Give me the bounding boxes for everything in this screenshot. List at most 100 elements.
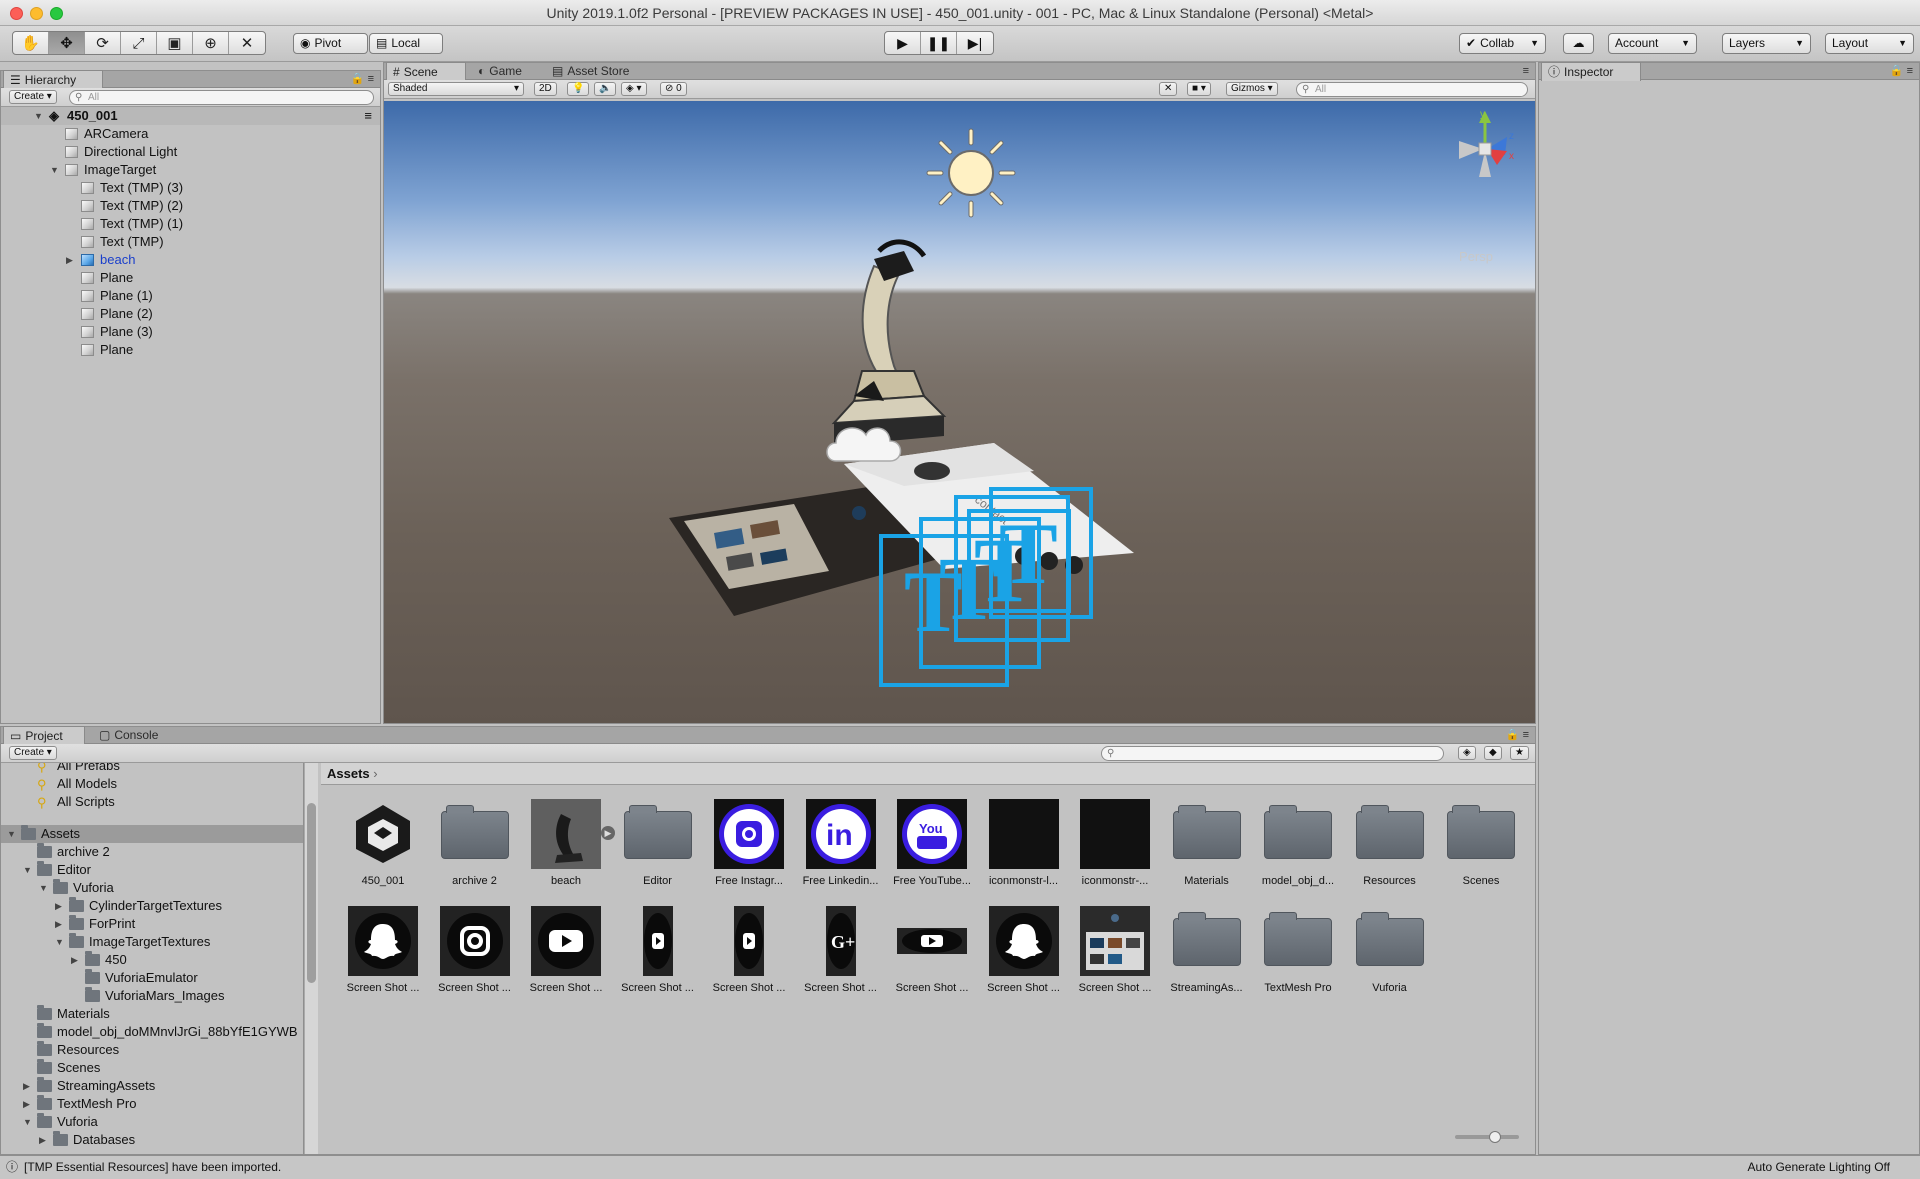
panel-menu-icon[interactable]: ≡ (1523, 63, 1529, 80)
tree-item[interactable]: model_obj_doMMnvlJrGi_88bYfE1GYWB (1, 1023, 298, 1041)
tree-item[interactable]: ▶ CylinderTargetTextures (1, 897, 291, 915)
expand-arrow-icon[interactable]: ▼ (50, 161, 60, 179)
rect-tool-icon[interactable]: ▣ (157, 32, 193, 54)
favorite-button[interactable]: ★ (1510, 746, 1529, 760)
hierarchy-item[interactable]: ARCamera (1, 125, 380, 143)
asset-tile[interactable]: ▶ beach (518, 799, 615, 897)
expand-arrow-icon[interactable]: ▶ (23, 1077, 33, 1095)
asset-tile[interactable]: iconmonstr-l... (976, 799, 1064, 897)
tree-item[interactable]: ⚲ All Prefabs (1, 763, 291, 775)
asset-tile[interactable]: in Free Linkedin... (793, 799, 881, 897)
asset-tile[interactable]: Resources (1342, 799, 1430, 897)
panel-menu-icon[interactable]: 🔒 ≡ (1890, 63, 1913, 80)
expand-arrow-icon[interactable]: ▶ (55, 897, 65, 915)
maximize-window-button[interactable] (50, 7, 63, 20)
pivot-toggle[interactable]: ◉ Pivot (293, 33, 368, 54)
scene-viewport[interactable]: contact T T T T y z x Persp (384, 101, 1535, 723)
thumbnail-size-slider[interactable] (1455, 1131, 1519, 1143)
tree-item[interactable]: ▼ Vuforia (1, 879, 291, 897)
rotate-tool-icon[interactable]: ⟳ (85, 32, 121, 54)
hierarchy-item[interactable]: Plane (1, 341, 380, 359)
scene-root-row[interactable]: ▼ ◈ 450_001 ≡ (1, 107, 380, 125)
cloud-button[interactable]: ☁ (1563, 33, 1594, 54)
hierarchy-item[interactable]: Text (TMP) (1, 233, 380, 251)
expand-arrow-icon[interactable]: ▶ (66, 251, 76, 269)
tree-item-assets[interactable]: ▼ Assets (1, 825, 303, 843)
tree-item[interactable]: VuforiaEmulator (1, 969, 291, 987)
tree-item[interactable]: ▼ ImageTargetTextures (1, 933, 291, 951)
expand-arrow-icon[interactable]: ▶ (39, 1131, 49, 1149)
orientation-gizmo[interactable]: y z x (1445, 107, 1525, 197)
scale-tool-icon[interactable]: ⤢ (121, 32, 157, 54)
2d-toggle[interactable]: 2D (534, 82, 557, 96)
tree-item[interactable]: Scenes (1, 1059, 291, 1077)
tree-item[interactable]: ▶ 450 (1, 951, 291, 969)
create-dropdown[interactable]: Create ▾ (9, 746, 57, 760)
hierarchy-item[interactable]: Text (TMP) (3) (1, 179, 380, 197)
tab-project[interactable]: ▭ Project (3, 726, 85, 745)
tree-item[interactable]: Materials (1, 1005, 291, 1023)
expand-arrow-icon[interactable]: ▼ (7, 825, 17, 843)
play-icon[interactable]: ▶ (885, 32, 921, 54)
layers-dropdown[interactable]: Layers ▼ (1722, 33, 1811, 54)
tree-item[interactable]: ▼ Vuforia (1, 1113, 291, 1131)
hierarchy-item[interactable]: ▶ beach (1, 251, 380, 269)
tree-item[interactable]: ▶ StreamingAssets (1, 1077, 291, 1095)
asset-tile[interactable]: iconmonstr-... (1067, 799, 1155, 897)
audio-toggle[interactable]: 🔈 (594, 82, 617, 96)
asset-tile[interactable]: Screen Shot ... (610, 906, 698, 1004)
local-toggle[interactable]: ▤ Local (369, 33, 443, 54)
custom-tool-icon[interactable]: ✕ (229, 32, 265, 54)
expand-arrow-icon[interactable]: ▶ (71, 951, 81, 969)
effects-dropdown[interactable]: ◈ ▾ (621, 82, 647, 96)
close-window-button[interactable] (10, 7, 23, 20)
collab-dropdown[interactable]: ✔ Collab ▼ (1459, 33, 1546, 54)
shading-mode-dropdown[interactable]: Shaded ▾ (388, 82, 524, 96)
tree-item[interactable]: ▶ Databases (1, 1131, 291, 1149)
asset-tile[interactable]: Screen Shot ... (884, 906, 972, 1004)
camera-dropdown[interactable]: ■ ▾ (1187, 82, 1211, 96)
tree-item[interactable]: archive 2 (1, 843, 291, 861)
asset-tile[interactable]: Screen Shot ... (1067, 906, 1155, 1004)
asset-tile[interactable]: TextMesh Pro (1250, 906, 1338, 1004)
slider-handle[interactable] (1489, 1131, 1501, 1143)
scene-search-input[interactable]: ⚲ All (1296, 82, 1528, 97)
asset-tile[interactable]: Screen Shot ... (427, 906, 515, 1004)
tab-asset-store[interactable]: ▤ Asset Store (546, 63, 637, 80)
asset-tile[interactable]: G+ Screen Shot ... (793, 906, 881, 1004)
filter-by-label-button[interactable]: ◆ (1484, 746, 1502, 760)
tree-item[interactable]: ▶ ForPrint (1, 915, 291, 933)
asset-tile[interactable]: You Free YouTube... (884, 799, 972, 897)
breadcrumb-assets[interactable]: Assets (327, 766, 370, 781)
asset-tile[interactable]: Screen Shot ... (701, 906, 789, 1004)
tree-item[interactable]: ⚲ All Scripts (1, 793, 291, 811)
tree-item[interactable]: ▶ TextMesh Pro (1, 1095, 291, 1113)
expand-arrow-icon[interactable]: ▶ (55, 915, 65, 933)
hierarchy-search-input[interactable]: ⚲ All (69, 90, 374, 105)
hierarchy-item[interactable]: Plane (3) (1, 323, 380, 341)
asset-tile[interactable]: Vuforia (1342, 906, 1430, 1004)
tree-item[interactable]: VuforiaMars_Images (1, 987, 291, 1005)
hidden-objects-toggle[interactable]: ⊘ 0 (660, 82, 687, 96)
expand-arrow-icon[interactable]: ▼ (23, 861, 33, 879)
hierarchy-item[interactable]: Text (TMP) (2) (1, 197, 380, 215)
scene-menu-icon[interactable]: ≡ (364, 107, 372, 125)
expand-arrow-icon[interactable]: ▼ (34, 107, 44, 125)
minimize-window-button[interactable] (30, 7, 43, 20)
asset-tile[interactable]: Screen Shot ... (518, 906, 606, 1004)
create-dropdown[interactable]: Create ▾ (9, 90, 57, 104)
panel-menu-icon[interactable]: 🔒 ≡ (351, 71, 374, 88)
tree-scrollbar[interactable] (304, 763, 318, 1154)
hierarchy-item[interactable]: Plane (2) (1, 305, 380, 323)
tools-toggle[interactable]: ✕ (1159, 82, 1178, 96)
step-icon[interactable]: ▶| (957, 32, 993, 54)
account-dropdown[interactable]: Account ▼ (1608, 33, 1697, 54)
tab-inspector[interactable]: ⓘ Inspector (1541, 62, 1641, 81)
asset-tile[interactable]: Free Instagr... (701, 799, 789, 897)
asset-tile[interactable]: model_obj_d... (1250, 799, 1338, 897)
expand-arrow-icon[interactable]: ▼ (39, 879, 49, 897)
asset-tile[interactable]: Scenes (1433, 799, 1521, 897)
hand-tool-icon[interactable]: ✋ (13, 32, 49, 54)
move-tool-icon[interactable]: ✥ (49, 32, 85, 54)
panel-menu-icon[interactable]: 🔒 ≡ (1506, 727, 1529, 744)
